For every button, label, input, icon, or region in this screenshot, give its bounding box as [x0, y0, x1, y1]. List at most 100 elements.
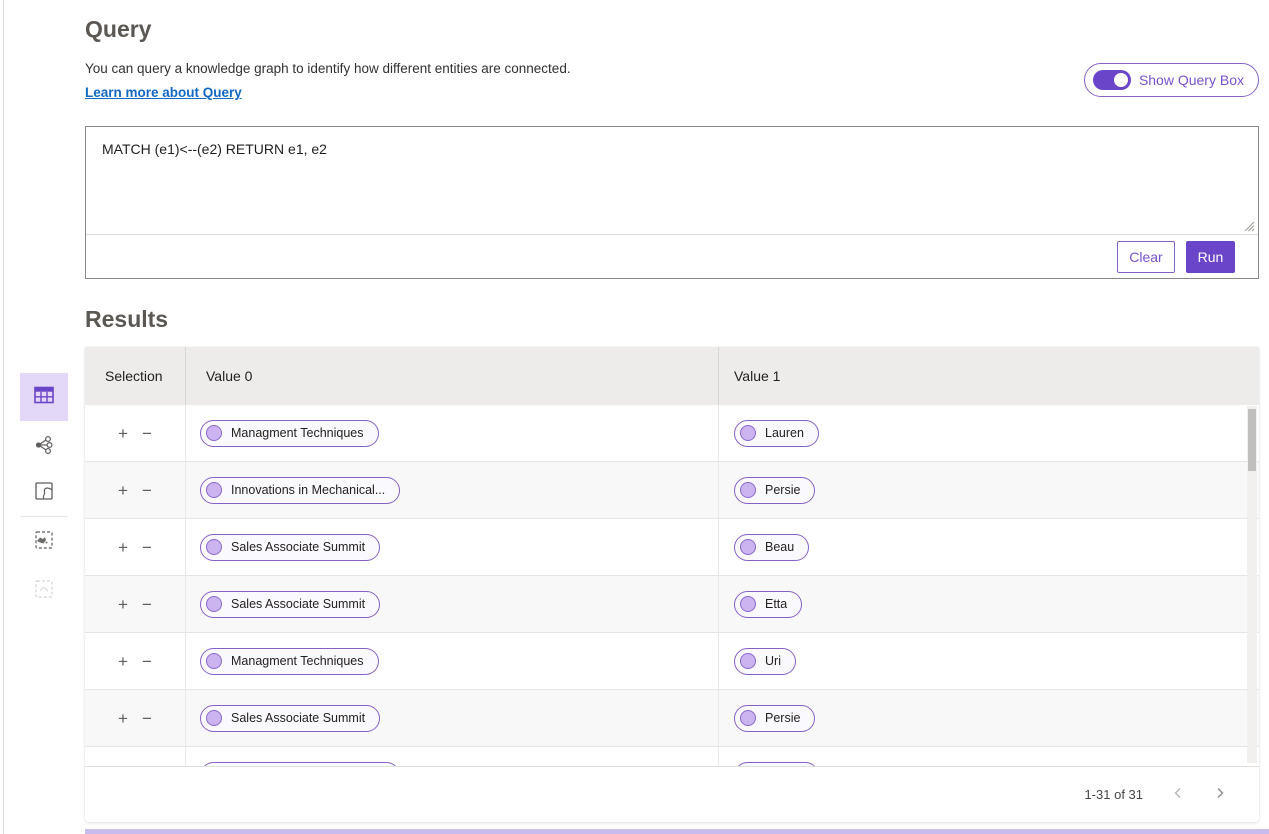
entity-node-icon	[206, 596, 222, 612]
map-view-icon	[33, 480, 55, 507]
entity-pill-label: Sales Associate Summit	[231, 711, 365, 725]
map-layers-icon	[33, 529, 55, 556]
table-row: + − Innovations in Mechanical... Lauren	[85, 747, 1259, 766]
entity-pill[interactable]: Persie	[734, 705, 815, 732]
remove-selection-button[interactable]: −	[140, 423, 154, 444]
selection-cell: + −	[85, 519, 185, 575]
entity-pill-label: Managment Techniques	[231, 654, 364, 668]
entity-pill-label: Persie	[765, 711, 800, 725]
learn-more-link[interactable]: Learn more about Query	[85, 85, 242, 100]
entity-pill[interactable]: Sales Associate Summit	[200, 591, 380, 618]
entity-pill-label: Uri	[765, 654, 781, 668]
table-body: + − Managment Techniques Lauren + − Inno…	[85, 405, 1259, 766]
entity-pill[interactable]: Uri	[734, 648, 796, 675]
value0-cell: Sales Associate Summit	[185, 519, 718, 575]
entity-pill-label: Managment Techniques	[231, 426, 364, 440]
table-scrollbar	[1247, 406, 1257, 763]
query-input[interactable]: MATCH (e1)<--(e2) RETURN e1, e2	[86, 127, 1258, 233]
add-selection-button[interactable]: +	[116, 594, 130, 615]
entity-pill[interactable]: Persie	[734, 477, 815, 504]
sidebar-item-graph-view[interactable]	[24, 427, 64, 467]
results-table: Selection Value 0 Value 1 + − Managment …	[85, 347, 1259, 822]
entity-node-icon	[206, 482, 222, 498]
entity-pill-label: Persie	[765, 483, 800, 497]
entity-pill[interactable]: Lauren	[734, 420, 819, 447]
add-selection-button[interactable]: +	[116, 651, 130, 672]
entity-node-icon	[740, 482, 756, 498]
value0-cell: Innovations in Mechanical...	[185, 747, 718, 766]
sidebar-item-map-view[interactable]	[24, 473, 64, 513]
remove-selection-button[interactable]: −	[140, 708, 154, 729]
bottom-accent-strip	[85, 829, 1269, 834]
selection-cell: + −	[85, 747, 185, 766]
page-title: Query	[85, 16, 151, 43]
previous-page-button[interactable]	[1165, 783, 1191, 806]
value1-cell: Etta	[718, 576, 1259, 632]
sidebar-item-selection-frame	[24, 571, 64, 611]
query-box: MATCH (e1)<--(e2) RETURN e1, e2 Clear Ru…	[85, 126, 1259, 279]
selection-cell: + −	[85, 576, 185, 632]
table-row: + − Sales Associate Summit Persie	[85, 690, 1259, 747]
selection-frame-icon	[33, 578, 55, 605]
entity-node-icon	[740, 710, 756, 726]
value1-cell: Persie	[718, 462, 1259, 518]
query-footer: Clear Run	[86, 234, 1258, 279]
entity-node-icon	[740, 653, 756, 669]
add-selection-button[interactable]: +	[116, 480, 130, 501]
value0-cell: Managment Techniques	[185, 405, 718, 461]
table-row: + − Sales Associate Summit Etta	[85, 576, 1259, 633]
run-button[interactable]: Run	[1186, 241, 1235, 273]
sidebar-item-table-view[interactable]	[20, 373, 68, 421]
entity-pill-label: Beau	[765, 540, 794, 554]
next-page-button[interactable]	[1207, 783, 1233, 806]
value0-cell: Innovations in Mechanical...	[185, 462, 718, 518]
table-header-row: Selection Value 0 Value 1	[85, 347, 1259, 405]
selection-cell: + −	[85, 462, 185, 518]
entity-node-icon	[206, 425, 222, 441]
entity-node-icon	[206, 710, 222, 726]
sidebar-item-map-layers[interactable]	[24, 522, 64, 562]
table-footer: 1-31 of 31	[85, 766, 1259, 822]
remove-selection-button[interactable]: −	[140, 537, 154, 558]
page-description: You can query a knowledge graph to ident…	[85, 61, 571, 76]
entity-pill[interactable]: Managment Techniques	[200, 648, 379, 675]
show-query-box-toggle[interactable]: Show Query Box	[1084, 63, 1259, 97]
entity-node-icon	[206, 539, 222, 555]
entity-pill-label: Etta	[765, 597, 787, 611]
entity-pill[interactable]: Managment Techniques	[200, 420, 379, 447]
remove-selection-button[interactable]: −	[140, 651, 154, 672]
remove-selection-button[interactable]: −	[140, 765, 154, 767]
table-row: + − Managment Techniques Lauren	[85, 405, 1259, 462]
scrollbar-thumb[interactable]	[1248, 409, 1256, 471]
entity-pill-label: Sales Associate Summit	[231, 597, 365, 611]
value1-cell: Uri	[718, 633, 1259, 689]
add-selection-button[interactable]: +	[116, 765, 130, 767]
entity-pill[interactable]: Sales Associate Summit	[200, 534, 380, 561]
entity-pill-label: Sales Associate Summit	[231, 540, 365, 554]
entity-pill-label: Lauren	[765, 426, 804, 440]
value1-cell: Lauren	[718, 747, 1259, 766]
remove-selection-button[interactable]: −	[140, 594, 154, 615]
value1-cell: Persie	[718, 690, 1259, 746]
entity-pill[interactable]: Etta	[734, 591, 802, 618]
entity-pill[interactable]: Beau	[734, 534, 809, 561]
value0-cell: Sales Associate Summit	[185, 690, 718, 746]
value1-cell: Beau	[718, 519, 1259, 575]
entity-pill[interactable]: Innovations in Mechanical...	[200, 762, 400, 767]
clear-button[interactable]: Clear	[1117, 241, 1175, 273]
entity-pill[interactable]: Sales Associate Summit	[200, 705, 380, 732]
pagination-range: 1-31 of 31	[1084, 787, 1143, 802]
entity-pill[interactable]: Innovations in Mechanical...	[200, 477, 400, 504]
remove-selection-button[interactable]: −	[140, 480, 154, 501]
entity-node-icon	[740, 425, 756, 441]
add-selection-button[interactable]: +	[116, 537, 130, 558]
toggle-label: Show Query Box	[1139, 72, 1244, 88]
graph-view-icon	[33, 434, 55, 461]
add-selection-button[interactable]: +	[116, 423, 130, 444]
entity-node-icon	[740, 596, 756, 612]
selection-cell: + −	[85, 690, 185, 746]
entity-pill[interactable]: Lauren	[734, 762, 819, 767]
add-selection-button[interactable]: +	[116, 708, 130, 729]
value0-cell: Sales Associate Summit	[185, 576, 718, 632]
entity-node-icon	[206, 653, 222, 669]
